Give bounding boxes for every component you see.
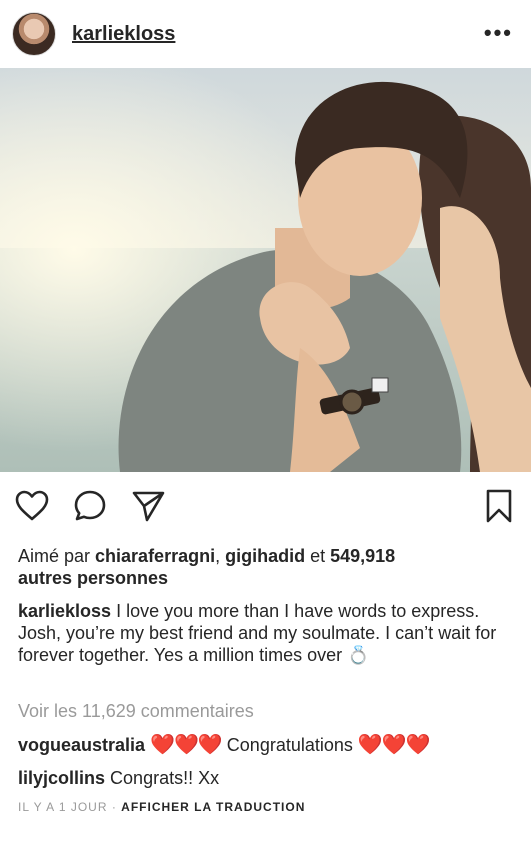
- bookmark-icon[interactable]: [481, 488, 517, 524]
- caption-username[interactable]: karliekloss: [18, 601, 111, 621]
- meta-separator: ·: [107, 800, 122, 814]
- translate-link[interactable]: AFFICHER LA TRADUCTION: [121, 800, 305, 814]
- header-username[interactable]: karliekloss: [72, 23, 175, 46]
- comment-text: Congrats!! Xx: [110, 768, 220, 788]
- heart-outline-icon[interactable]: [14, 488, 50, 524]
- post-photo[interactable]: [0, 68, 531, 472]
- liker-1[interactable]: chiaraferragni: [95, 546, 215, 566]
- comment-username[interactable]: vogueaustralia: [18, 735, 145, 755]
- comment-emoji-hearts: ❤️❤️❤️: [150, 734, 223, 756]
- avatar[interactable]: [12, 12, 56, 56]
- comment-username[interactable]: lilyjcollins: [18, 768, 105, 788]
- post-meta: IL Y A 1 JOUR · AFFICHER LA TRADUCTION: [18, 800, 305, 814]
- caption: karliekloss I love you more than I have …: [18, 600, 517, 666]
- post-timestamp: IL Y A 1 JOUR: [18, 800, 108, 814]
- likes-mid: et: [305, 546, 331, 566]
- likes-summary[interactable]: Aimé par chiaraferragni, gigihadid et 54…: [18, 545, 517, 589]
- comment-text: Congratulations: [226, 735, 353, 755]
- view-all-comments-link[interactable]: Voir les 11,629 commentaires: [18, 700, 517, 722]
- post-actions: [0, 472, 531, 542]
- comment-row: lilyjcollins Congrats!! Xx: [18, 767, 517, 789]
- likes-count[interactable]: 549,918: [330, 546, 395, 566]
- likes-sep: ,: [215, 546, 226, 566]
- post-header: karliekloss •••: [0, 0, 531, 68]
- comment-row: vogueaustralia ❤️❤️❤️ Congratulations ❤️…: [18, 734, 517, 756]
- comment-bubble-icon[interactable]: [72, 488, 108, 524]
- more-horizontal-icon[interactable]: •••: [484, 20, 513, 46]
- liker-2[interactable]: gigihadid: [225, 546, 305, 566]
- likes-suffix[interactable]: autres personnes: [18, 568, 168, 588]
- paper-plane-icon[interactable]: [130, 488, 166, 524]
- comment-emoji-hearts: ❤️❤️❤️: [357, 734, 431, 756]
- likes-prefix: Aimé par: [18, 546, 96, 566]
